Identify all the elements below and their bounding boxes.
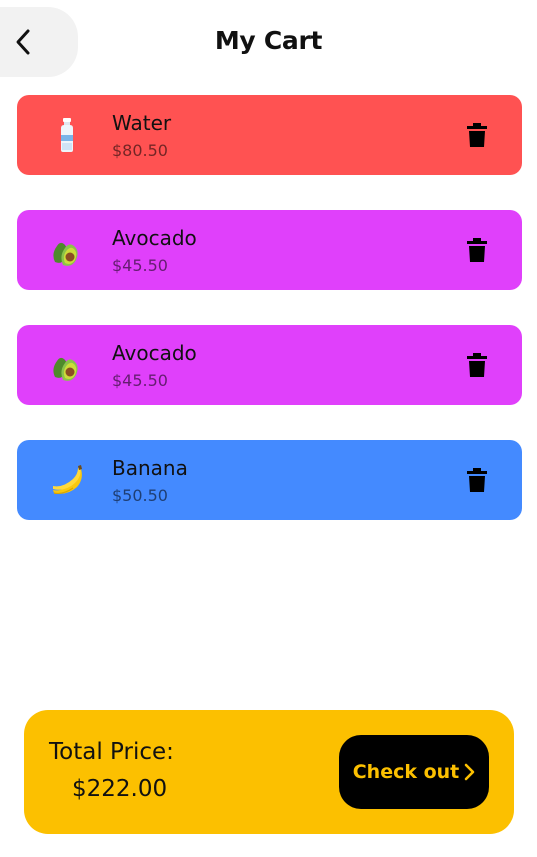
total-price-label: Total Price: [49, 739, 174, 765]
item-name: Water [112, 111, 172, 135]
checkout-label: Check out [352, 761, 460, 783]
trash-icon [467, 123, 487, 147]
avocado-icon [53, 242, 78, 266]
delete-button[interactable] [463, 466, 491, 494]
delete-button[interactable] [463, 351, 491, 379]
cart-screen: My Cart Water $80.50 Avocado $45.50 Avoc… [0, 0, 537, 857]
item-price: $50.50 [112, 486, 168, 505]
cart-item-banana[interactable]: Banana $50.50 [17, 440, 522, 520]
trash-icon [467, 238, 487, 262]
item-name: Banana [112, 456, 188, 480]
page-title: My Cart [214, 26, 323, 55]
chevron-right-icon [464, 763, 475, 781]
total-price-value: $222.00 [72, 776, 168, 802]
item-name: Avocado [112, 341, 197, 365]
item-price: $45.50 [112, 371, 168, 390]
delete-button[interactable] [463, 236, 491, 264]
item-price: $80.50 [112, 141, 168, 160]
checkout-footer: Total Price: $222.00 Check out [24, 710, 514, 834]
banana-icon [53, 465, 82, 495]
delete-button[interactable] [463, 121, 491, 149]
checkout-button[interactable]: Check out [339, 735, 489, 809]
cart-list: Water $80.50 Avocado $45.50 Avocado $45.… [17, 95, 522, 555]
item-price: $45.50 [112, 256, 168, 275]
water-bottle-icon [61, 118, 73, 152]
cart-item-water[interactable]: Water $80.50 [17, 95, 522, 175]
item-name: Avocado [112, 226, 197, 250]
cart-item-avocado[interactable]: Avocado $45.50 [17, 325, 522, 405]
trash-icon [467, 468, 487, 492]
avocado-icon [53, 357, 78, 381]
trash-icon [467, 353, 487, 377]
cart-item-avocado[interactable]: Avocado $45.50 [17, 210, 522, 290]
